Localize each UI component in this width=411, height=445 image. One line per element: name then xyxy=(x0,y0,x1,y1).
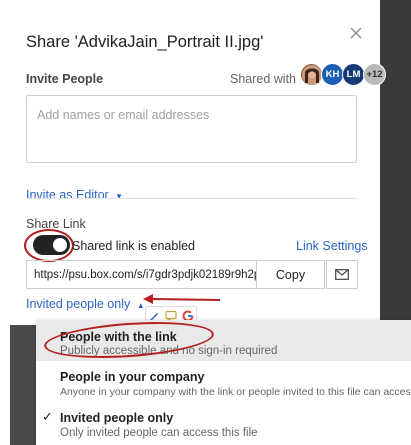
user-photo-icon xyxy=(301,64,322,85)
avatar-lm[interactable]: LM xyxy=(342,63,365,86)
menu-item-invited-only[interactable]: ✓ Invited people only Only invited peopl… xyxy=(36,402,411,445)
menu-item-description: Only invited people can access this file xyxy=(60,427,258,439)
email-link-button[interactable] xyxy=(326,260,358,289)
link-access-dropdown[interactable]: Invited people only ▲ xyxy=(26,297,145,311)
annotation-arrow-icon xyxy=(143,294,221,304)
menu-item-title: People in your company xyxy=(60,370,205,384)
invite-permission-dropdown[interactable]: Invite as Editor ▼ xyxy=(26,188,123,202)
avatar-more-count[interactable]: +12 xyxy=(363,63,386,86)
section-divider xyxy=(26,198,357,199)
menu-item-people-with-link[interactable]: People with the link Publicly accessible… xyxy=(36,317,411,363)
link-access-menu: People with the link Publicly accessible… xyxy=(36,317,411,445)
envelope-icon xyxy=(335,269,349,280)
invite-input[interactable]: Add names or email addresses xyxy=(26,95,357,163)
annotation-circle-toggle xyxy=(24,229,74,262)
shared-link-status: Shared link is enabled xyxy=(72,239,195,253)
link-access-label: Invited people only xyxy=(26,297,131,311)
caret-down-icon: ▼ xyxy=(115,192,124,201)
checkmark-icon: ✓ xyxy=(42,409,53,424)
link-settings-link[interactable]: Link Settings xyxy=(296,239,368,253)
backdrop-left xyxy=(0,0,10,445)
invite-people-label: Invite People xyxy=(26,72,104,86)
shared-link-url-field[interactable]: https://psu.box.com/s/i7gdr3pdjk02189r9h… xyxy=(26,260,256,289)
copy-button[interactable]: Copy xyxy=(256,260,325,289)
dialog-title: Share 'AdvikaJain_Portrait II.jpg' xyxy=(26,33,264,51)
avatar-kh[interactable]: KH xyxy=(321,63,344,86)
menu-item-description: Anyone in your company with the link or … xyxy=(60,386,411,398)
shared-with-label: Shared with xyxy=(230,72,297,86)
menu-item-title: Invited people only xyxy=(60,411,174,425)
invite-permission-label: Invite as Editor xyxy=(26,188,109,202)
avatar-photo[interactable] xyxy=(300,63,323,86)
menu-item-people-in-company[interactable]: People in your company Anyone in your co… xyxy=(36,361,411,402)
close-icon[interactable] xyxy=(349,26,363,40)
